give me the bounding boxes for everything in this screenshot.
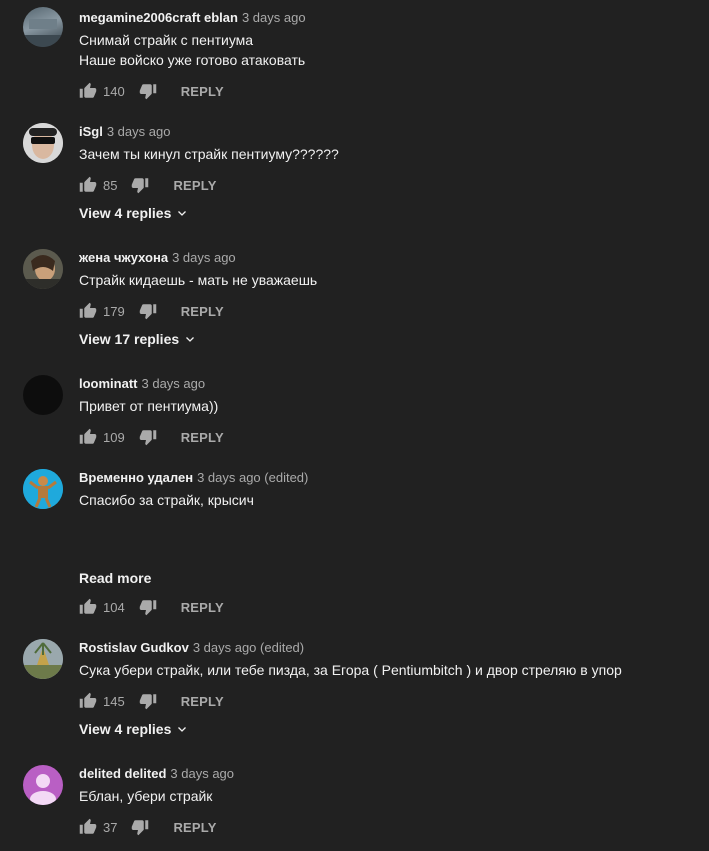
comment-author[interactable]: megamine2006craft eblan <box>79 10 238 25</box>
like-count: 37 <box>103 819 118 835</box>
reply-button[interactable]: REPLY <box>181 304 224 319</box>
comment-text-line: Сука убери страйк, или тебе пизда, за Ег… <box>79 662 622 678</box>
comment-time[interactable]: 3 days ago <box>242 10 306 25</box>
avatar[interactable] <box>23 249 63 289</box>
reply-button[interactable]: REPLY <box>181 694 224 709</box>
comment-text-line: Зачем ты кинул страйк пентиуму?????? <box>79 146 339 162</box>
comment-author[interactable]: loominatt <box>79 376 138 391</box>
avatar[interactable] <box>23 7 63 47</box>
comment-time[interactable]: 3 days ago <box>172 250 236 265</box>
view-replies-button[interactable]: View 17 replies <box>79 331 196 347</box>
view-replies-button[interactable]: View 4 replies <box>79 721 188 737</box>
comment-text-line: Еблан, убери страйк <box>79 788 213 804</box>
view-replies-button[interactable]: View 4 replies <box>79 205 188 221</box>
avatar[interactable] <box>23 639 63 679</box>
avatar[interactable] <box>23 123 63 163</box>
chevron-down-icon <box>176 723 188 735</box>
comment-author[interactable]: Rostislav Gudkov <box>79 640 189 655</box>
thumbs-down-icon[interactable] <box>131 176 149 194</box>
thumbs-down-icon[interactable] <box>139 82 157 100</box>
like-count: 85 <box>103 177 118 193</box>
like-count: 179 <box>103 303 125 319</box>
comment-author[interactable]: Временно удален <box>79 470 193 485</box>
comment-text-line: Спасибо за страйк, крысич <box>79 492 254 508</box>
thumbs-up-icon[interactable] <box>79 176 97 194</box>
read-more-button[interactable]: Read more <box>79 570 151 586</box>
reply-button[interactable]: REPLY <box>181 600 224 615</box>
like-count: 109 <box>103 429 125 445</box>
default-user-icon <box>30 774 56 805</box>
like-count: 104 <box>103 599 125 615</box>
thumbs-down-icon[interactable] <box>139 692 157 710</box>
thumbs-up-icon[interactable] <box>79 818 97 836</box>
thumbs-down-icon[interactable] <box>139 598 157 616</box>
reply-button[interactable]: REPLY <box>173 178 216 193</box>
reply-button[interactable]: REPLY <box>173 820 216 835</box>
comment-time[interactable]: 3 days ago <box>142 376 206 391</box>
chevron-down-icon <box>184 333 196 345</box>
like-count: 145 <box>103 693 125 709</box>
chevron-down-icon <box>176 207 188 219</box>
thumbs-down-icon[interactable] <box>139 428 157 446</box>
thumbs-up-icon[interactable] <box>79 428 97 446</box>
comment-text-line: Привет от пентиума)) <box>79 398 219 414</box>
like-count: 140 <box>103 83 125 99</box>
reply-button[interactable]: REPLY <box>181 430 224 445</box>
comment-time[interactable]: 3 days ago (edited) <box>197 470 308 485</box>
comment-time[interactable]: 3 days ago <box>107 124 171 139</box>
comment-text-line: Наше войско уже готово атаковать <box>79 52 306 68</box>
comment-author[interactable]: жена чжухона <box>79 250 168 265</box>
comment-author[interactable]: iSgl <box>79 124 103 139</box>
comment-text-line: Страйк кидаешь - мать не уважаешь <box>79 272 318 288</box>
comment-text-line: Снимай страйк с пентиума <box>79 32 254 48</box>
thumbs-up-icon[interactable] <box>79 82 97 100</box>
avatar[interactable] <box>23 375 63 415</box>
thumbs-up-icon[interactable] <box>79 598 97 616</box>
thumbs-down-icon[interactable] <box>139 302 157 320</box>
comment-time[interactable]: 3 days ago <box>170 766 234 781</box>
thumbs-up-icon[interactable] <box>79 692 97 710</box>
comment-time[interactable]: 3 days ago (edited) <box>193 640 304 655</box>
avatar[interactable] <box>23 469 63 509</box>
comment-author[interactable]: delited delited <box>79 766 166 781</box>
thumbs-down-icon[interactable] <box>131 818 149 836</box>
view-replies-label: View 17 replies <box>79 331 180 347</box>
view-replies-label: View 4 replies <box>79 205 172 221</box>
reply-button[interactable]: REPLY <box>181 84 224 99</box>
view-replies-label: View 4 replies <box>79 721 172 737</box>
thumbs-up-icon[interactable] <box>79 302 97 320</box>
avatar[interactable] <box>23 765 63 805</box>
